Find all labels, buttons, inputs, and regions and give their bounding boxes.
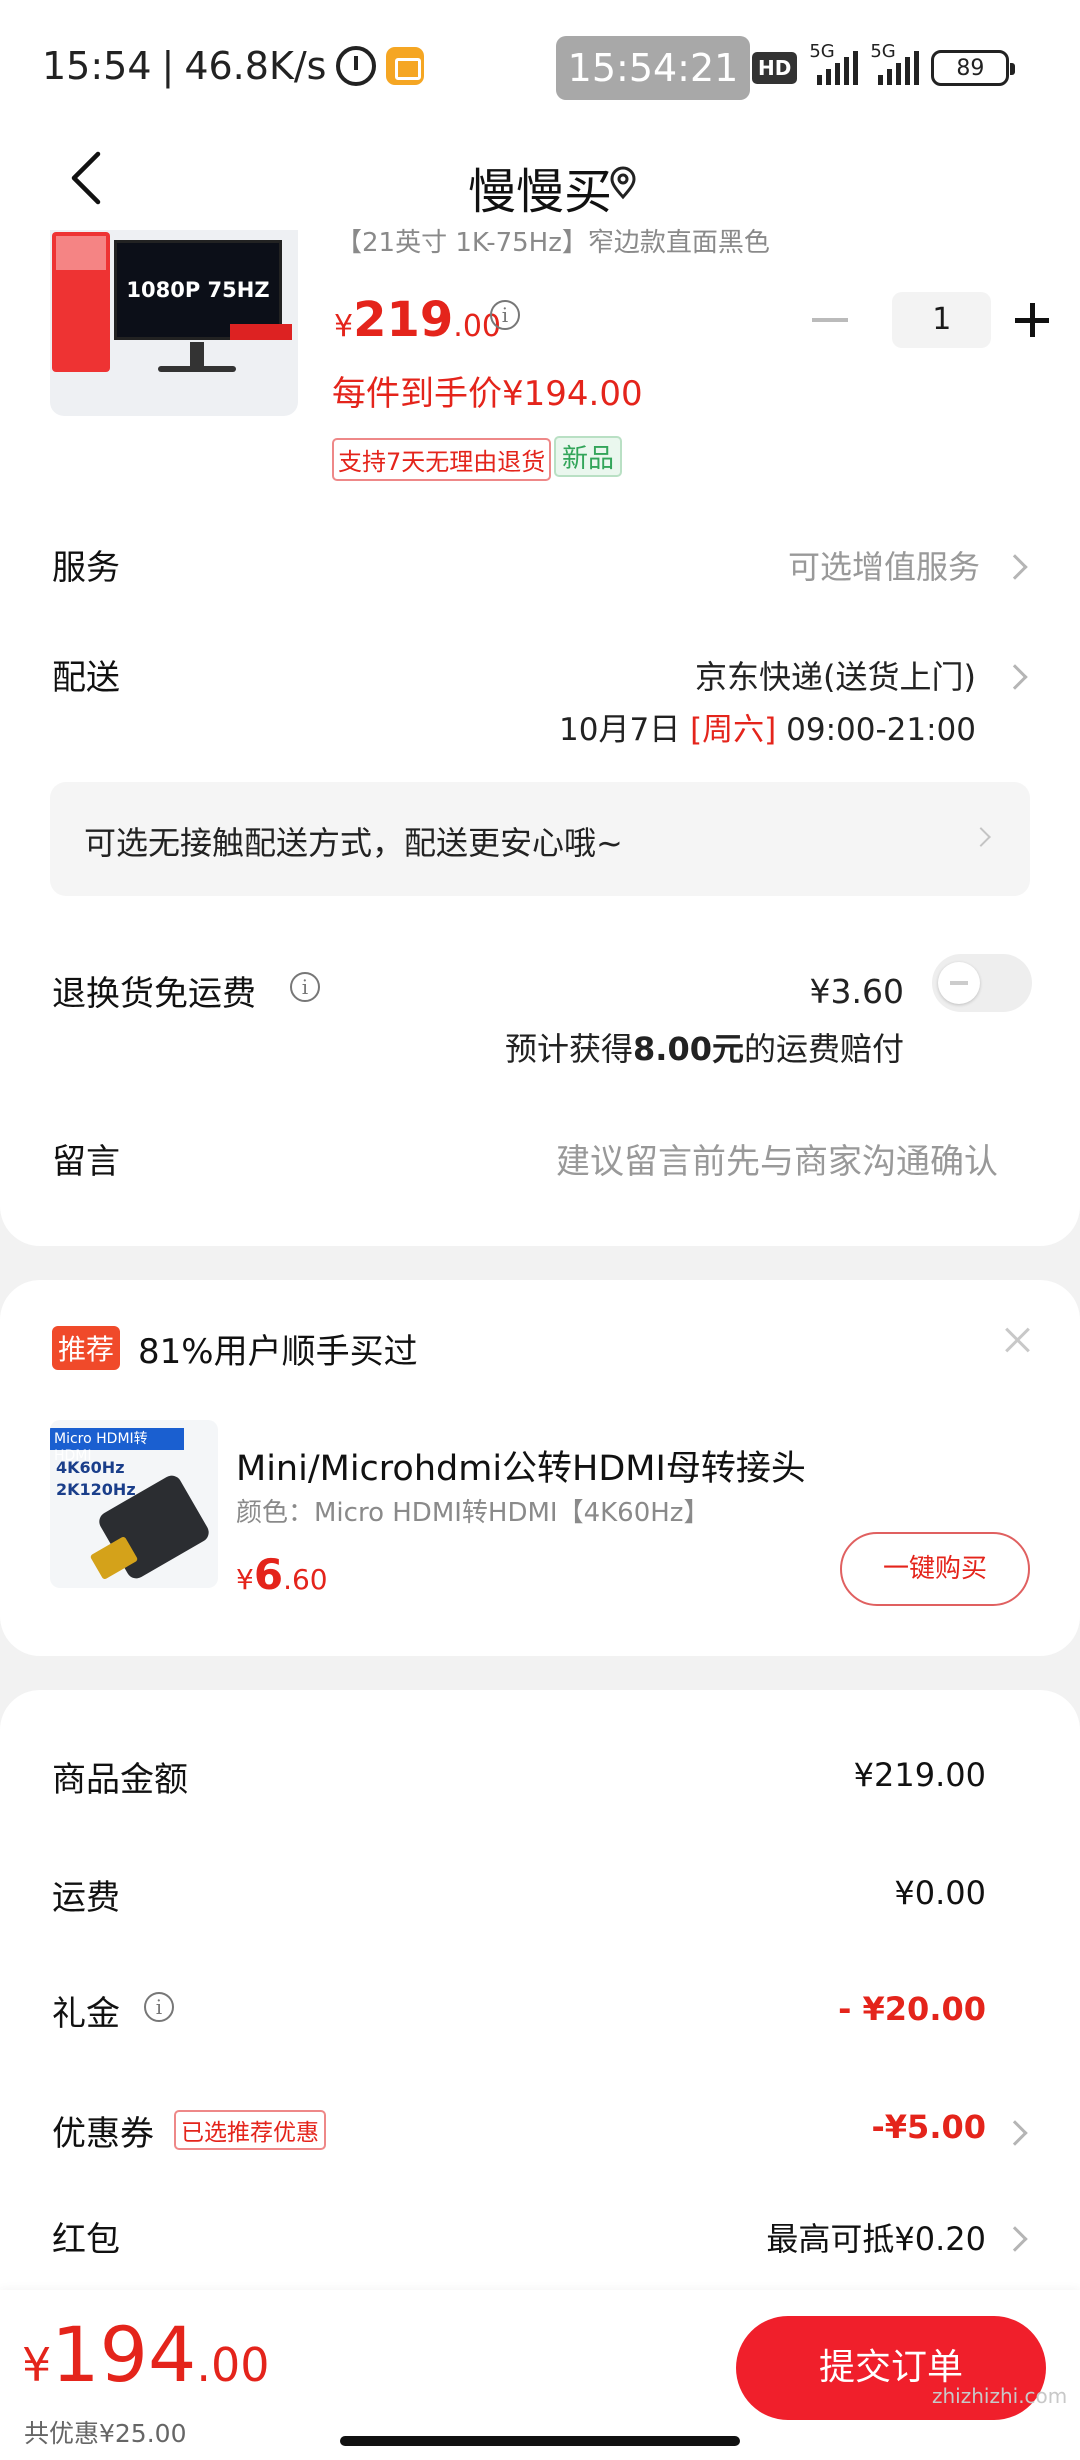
service-label: 服务: [52, 548, 120, 588]
signal-5g-icon: 5G: [809, 41, 859, 85]
thumb-promo-sticker: [56, 236, 106, 270]
price-currency: ¥: [334, 309, 354, 344]
return-shipping-price: ¥3.60: [809, 972, 904, 1011]
quantity-increase-button[interactable]: [1014, 303, 1050, 337]
return-shipping-desc-post: 的运费赔付: [743, 1030, 904, 1068]
total-price: ¥194.00: [22, 2310, 270, 2399]
thumb-monitor-stand: [190, 342, 204, 368]
notice-chevron-icon: [971, 827, 991, 847]
one-click-buy-button[interactable]: 一键购买: [840, 1532, 1030, 1606]
return-shipping-amount: 8.00元: [633, 1030, 744, 1068]
goods-amount-label: 商品金额: [52, 1760, 188, 1800]
signal-label-2: 5G: [870, 41, 896, 62]
thumb-label: Micro HDMI转HDMI: [50, 1428, 184, 1464]
price-info-icon[interactable]: i: [490, 300, 520, 330]
status-divider: |: [161, 44, 175, 88]
watermark: zhizhizhi.com: [932, 2384, 1068, 2408]
location-pin-icon[interactable]: [608, 166, 638, 200]
quantity-value[interactable]: 1: [892, 292, 991, 348]
page-title: 慢慢买: [467, 164, 612, 220]
return-shipping-desc-pre: 预计获得: [505, 1030, 634, 1068]
return-policy-tag: 支持7天无理由退货: [332, 438, 552, 481]
signal-5g-icon-2: 5G: [870, 41, 920, 85]
home-indicator[interactable]: [340, 2436, 740, 2446]
gift-money-value: - ¥20.00: [838, 1990, 986, 2028]
product-thumbnail[interactable]: 1080P 75HZ: [50, 230, 298, 416]
delivery-method[interactable]: 京东快递(送货上门): [695, 652, 976, 698]
recommend-product-spec: 颜色：Micro HDMI转HDMI【4K60Hz】: [236, 1498, 710, 1528]
status-left: 15:54 | 46.8K/s: [42, 44, 425, 88]
recommend-product-name[interactable]: Mini/Microhdmi公转HDMI母转接头: [236, 1440, 806, 1491]
thumb-spec-2: 2K120Hz: [56, 1480, 136, 1499]
recommend-product-thumbnail[interactable]: Micro HDMI转HDMI 4K60Hz 2K120Hz: [50, 1420, 218, 1588]
rec-price-integer: 6: [253, 1550, 284, 1599]
top-nav: 慢慢买: [0, 130, 1080, 230]
order-card: 1080P 75HZ 【21英寸 1K-75Hz】窄边款直面黑色 ¥219.00…: [0, 228, 1080, 1246]
service-chevron-icon[interactable]: [1002, 554, 1028, 580]
status-clock-pill: 15:54:21: [556, 36, 750, 100]
total-decimal: .00: [196, 2338, 270, 2392]
contactless-delivery-notice[interactable]: 可选无接触配送方式，配送更安心哦~: [50, 782, 1030, 896]
coupon-chevron-icon[interactable]: [1002, 2120, 1028, 2146]
gift-money-info-icon[interactable]: i: [144, 1992, 174, 2022]
delivery-hours: 09:00-21:00: [786, 712, 976, 748]
delivery-chevron-icon[interactable]: [1002, 664, 1028, 690]
freight-value: ¥0.00: [894, 1874, 986, 1912]
return-shipping-label: 退换货免运费: [52, 974, 256, 1014]
recommend-product-price: ¥6.60: [236, 1550, 328, 1599]
notification-app-icon: [386, 47, 425, 85]
notice-text: 可选无接触配送方式，配送更安心哦~: [84, 824, 623, 862]
status-bar: 15:54 | 46.8K/s 15:54:21 HD 5G 5G 89: [0, 0, 1080, 130]
battery-icon: 89: [931, 50, 1016, 86]
freight-label: 运费: [52, 1878, 120, 1918]
total-saved: 共优惠¥25.00: [24, 2419, 187, 2448]
product-name[interactable]: 【21英寸 1K-75Hz】窄边款直面黑色: [336, 222, 770, 259]
rec-price-decimal: .60: [283, 1563, 328, 1596]
return-shipping-desc: 预计获得8.00元的运费赔付: [505, 1024, 904, 1070]
coupon-label: 优惠券: [52, 2114, 154, 2154]
unit-final-price: 每件到手价¥194.00: [332, 374, 643, 414]
message-label: 留言: [52, 1142, 120, 1182]
thumb-spec-1: 4K60Hz: [56, 1458, 125, 1477]
goods-amount-value: ¥219.00: [853, 1756, 986, 1794]
coupon-value[interactable]: -¥5.00: [872, 2108, 987, 2146]
checkout-bar: ¥194.00 共优惠¥25.00 提交订单 zhizhizhi.com: [0, 2290, 1080, 2460]
recommend-badge: 推荐: [52, 1326, 121, 1370]
delivery-date: 10月7日: [559, 712, 681, 748]
recommend-title: 81%用户顺手买过: [138, 1332, 418, 1372]
price-integer: 219: [353, 292, 454, 348]
recommend-card: 推荐 81%用户顺手买过 Micro HDMI转HDMI 4K60Hz 2K12…: [0, 1280, 1080, 1656]
thumb-red-tag: [230, 324, 292, 340]
hd-voice-icon: HD: [752, 52, 798, 84]
gift-money-label: 礼金: [52, 1994, 120, 2034]
red-packet-value[interactable]: 最高可抵¥0.20: [766, 2214, 986, 2260]
status-time: 15:54: [42, 44, 152, 88]
status-right: HD 5G 5G 89: [752, 41, 1016, 86]
price-summary-card: 商品金额 ¥219.00 运费 ¥0.00 礼金 i - ¥20.00 优惠券 …: [0, 1690, 1080, 2290]
total-currency: ¥: [22, 2338, 52, 2392]
thumb-monitor-foot: [158, 366, 236, 372]
message-input[interactable]: 建议留言前先与商家沟通确认: [556, 1134, 998, 1183]
quantity-stepper: 1: [806, 290, 1050, 350]
red-packet-label: 红包: [52, 2220, 120, 2260]
service-value[interactable]: 可选增值服务: [788, 542, 980, 588]
coupon-recommended-tag: 已选推荐优惠: [174, 2110, 326, 2150]
toggle-knob: [938, 962, 980, 1004]
new-product-tag: 新品: [554, 436, 623, 477]
rec-price-currency: ¥: [236, 1563, 254, 1596]
close-icon[interactable]: [1004, 1326, 1032, 1354]
product-price: ¥219.00: [334, 292, 501, 348]
status-speed: 46.8K/s: [184, 44, 327, 88]
alarm-clock-icon: [336, 46, 377, 86]
delivery-time: 10月7日 [周六] 09:00-21:00: [559, 704, 976, 749]
red-packet-chevron-icon[interactable]: [1002, 2226, 1028, 2252]
delivery-label: 配送: [52, 658, 120, 698]
return-shipping-toggle[interactable]: [932, 954, 1032, 1012]
signal-label: 5G: [809, 41, 835, 62]
total-integer: 194: [51, 2310, 197, 2399]
return-shipping-info-icon[interactable]: i: [290, 972, 320, 1002]
delivery-weekday: [周六]: [690, 712, 777, 748]
quantity-decrease-button[interactable]: [812, 318, 849, 322]
